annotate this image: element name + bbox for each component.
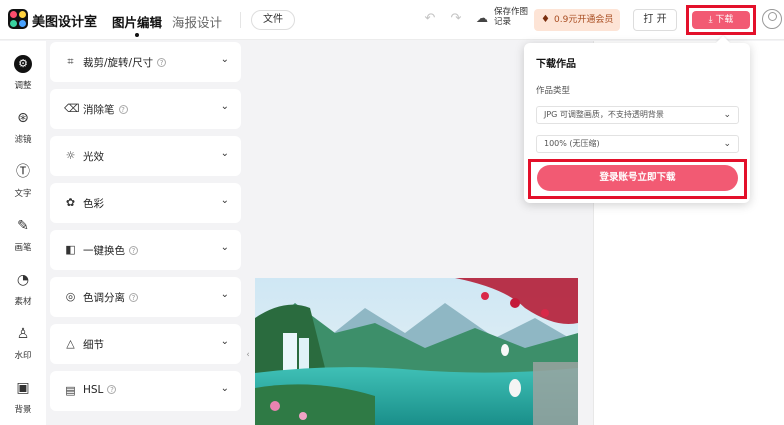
- section-label: 消除笔?: [83, 102, 128, 117]
- background-icon: ▣: [16, 380, 30, 396]
- rail-item-watermark[interactable]: ♙ 水印: [0, 325, 46, 375]
- rail-item-material[interactable]: ◔ 素材: [0, 271, 46, 321]
- section-detail[interactable]: △ 细节 ⌄: [50, 324, 241, 364]
- rail-label: 画笔: [14, 243, 32, 253]
- section-label: HSL?: [83, 384, 117, 396]
- tab-image-edit[interactable]: 图片编辑: [112, 12, 162, 37]
- section-light[interactable]: ☼ 光效 ⌄: [50, 136, 241, 176]
- eraser-icon: ⌫: [64, 102, 80, 115]
- chevron-down-icon: ⌄: [723, 110, 731, 120]
- rail-label: 素材: [14, 297, 32, 307]
- vip-label: 0.9元开通会员: [554, 15, 614, 25]
- section-label: 细节: [83, 339, 104, 351]
- download-popover: 下载作品 作品类型 JPG 可调整画质，不支持透明背景 ⌄ 100% (无压缩)…: [524, 43, 750, 203]
- login-highlight-frame: 登录账号立即下载: [528, 159, 747, 199]
- chevron-down-icon: ⌄: [220, 101, 229, 112]
- section-label: 裁剪/旋转/尺寸?: [83, 55, 167, 70]
- adjust-panel: ⌗ 裁剪/旋转/尺寸? ⌄ ⌫ 消除笔? ⌄ ☼ 光效 ⌄ ✿ 色彩 ⌄ ◧ 一…: [46, 41, 246, 425]
- text-icon: Ⓣ: [16, 164, 30, 180]
- download-highlight-frame: ⤓ 下载: [686, 5, 756, 35]
- quality-select[interactable]: 100% (无压缩) ⌄: [536, 135, 739, 153]
- rail-item-background[interactable]: ▣ 背景: [0, 379, 46, 425]
- chevron-down-icon: ⌄: [220, 195, 229, 206]
- help-icon[interactable]: ?: [157, 58, 167, 67]
- cloud-upload-icon[interactable]: ☁: [476, 11, 492, 27]
- chevron-down-icon: ⌄: [220, 242, 229, 253]
- rail-item-brush[interactable]: ✎ 画笔: [0, 217, 46, 267]
- help-icon[interactable]: ?: [107, 385, 117, 394]
- popover-title: 下载作品: [536, 59, 576, 70]
- crop-icon: ⌗: [67, 55, 74, 68]
- rail-label: 滤镜: [14, 135, 32, 145]
- landscape-photo[interactable]: [255, 278, 578, 425]
- user-avatar-icon[interactable]: [762, 9, 782, 29]
- undo-icon[interactable]: ↶: [422, 11, 438, 27]
- format-select[interactable]: JPG 可调整画质，不支持透明背景 ⌄: [536, 106, 739, 124]
- section-label-text: HSL: [83, 384, 104, 396]
- help-icon[interactable]: ?: [129, 293, 138, 302]
- watermark-icon: ♙: [16, 326, 30, 342]
- divider: [240, 12, 241, 28]
- palette-icon: ✿: [65, 196, 76, 209]
- brush-icon: ✎: [17, 218, 29, 234]
- hsl-icon: ▤: [65, 384, 76, 397]
- section-label: 色彩: [83, 198, 104, 210]
- section-label: 光效: [83, 151, 104, 163]
- download-label: 下载: [715, 15, 734, 25]
- top-bar: 美图设计室 图片编辑 海报设计 文件 ↶ ↷ ☁ 保存作图记录 ♦ 0.9元开通…: [0, 0, 784, 40]
- quality-value: 100% (无压缩): [544, 139, 600, 148]
- download-button[interactable]: ⤓ 下载: [692, 11, 750, 29]
- section-eraser[interactable]: ⌫ 消除笔? ⌄: [50, 89, 241, 129]
- rail-item-filter[interactable]: ⊛ 滤镜: [0, 109, 46, 159]
- chevron-down-icon: ⌄: [220, 148, 229, 159]
- section-label-text: 一键换色: [83, 245, 125, 257]
- tab-poster-design[interactable]: 海报设计: [172, 12, 222, 31]
- chevron-down-icon: ⌄: [220, 54, 229, 65]
- detail-icon: △: [66, 337, 75, 350]
- rail-item-adjust[interactable]: ⚙ 调整: [0, 55, 46, 105]
- section-hsl[interactable]: ▤ HSL? ⌄: [50, 371, 241, 411]
- redo-icon[interactable]: ↷: [448, 11, 464, 27]
- section-label-text: 色调分离: [83, 292, 125, 304]
- help-icon[interactable]: ?: [118, 105, 128, 114]
- tool-rail: ⚙ 调整 ⊛ 滤镜 Ⓣ 文字 ✎ 画笔 ◔ 素材 ♙ 水印 ▣ 背景: [0, 41, 46, 425]
- rail-item-text[interactable]: Ⓣ 文字: [0, 163, 46, 213]
- section-recolor[interactable]: ◧ 一键换色? ⌄: [50, 230, 241, 270]
- open-button[interactable]: 打 开: [633, 9, 677, 31]
- vip-button[interactable]: ♦ 0.9元开通会员: [534, 9, 620, 31]
- section-label-text: 裁剪/旋转/尺寸: [83, 57, 154, 69]
- sticker-icon: ◔: [16, 272, 30, 288]
- recolor-icon: ◧: [65, 243, 76, 256]
- rail-label: 文字: [14, 189, 32, 199]
- chevron-down-icon: ⌄: [723, 139, 731, 149]
- diamond-icon: ♦: [541, 14, 550, 25]
- section-color[interactable]: ✿ 色彩 ⌄: [50, 183, 241, 223]
- split-tone-icon: ◎: [65, 290, 76, 303]
- section-label: 色调分离?: [83, 290, 138, 305]
- chevron-down-icon: ⌄: [220, 383, 229, 394]
- section-crop[interactable]: ⌗ 裁剪/旋转/尺寸? ⌄: [50, 42, 241, 82]
- landscape-artwork: [255, 278, 578, 425]
- sliders-icon: ⚙: [14, 55, 32, 73]
- filter-icon: ⊛: [17, 110, 29, 126]
- save-record-button[interactable]: 保存作图记录: [494, 7, 530, 27]
- format-label: 作品类型: [536, 86, 571, 96]
- chevron-down-icon: ⌄: [220, 336, 229, 347]
- app-name: 美图设计室: [32, 15, 98, 30]
- section-label-text: 消除笔: [83, 104, 115, 116]
- file-menu-button[interactable]: 文件: [251, 10, 295, 30]
- rail-label: 水印: [14, 351, 32, 361]
- login-download-button[interactable]: 登录账号立即下载: [537, 165, 738, 191]
- section-split-tone[interactable]: ◎ 色调分离? ⌄: [50, 277, 241, 317]
- app-logo: [8, 9, 28, 29]
- help-icon[interactable]: ?: [129, 246, 138, 255]
- rail-label: 调整: [14, 81, 32, 91]
- rail-label: 背景: [14, 405, 32, 415]
- format-value: JPG 可调整画质，不支持透明背景: [544, 110, 664, 119]
- section-label: 一键换色?: [83, 243, 138, 258]
- sun-icon: ☼: [65, 149, 76, 162]
- chevron-down-icon: ⌄: [220, 289, 229, 300]
